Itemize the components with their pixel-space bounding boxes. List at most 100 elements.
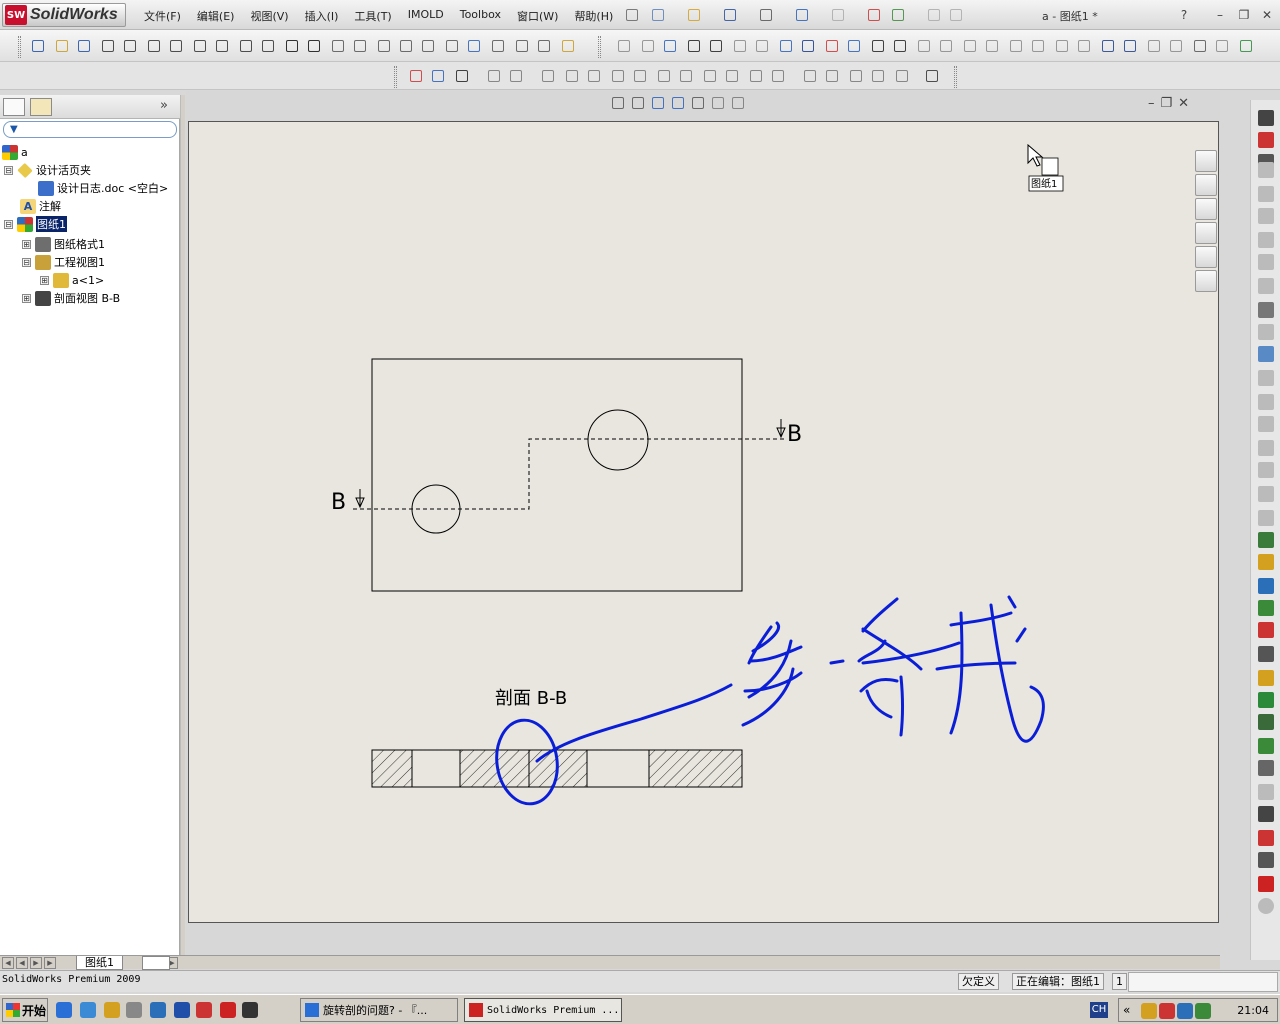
app-icon[interactable] [196,1002,212,1018]
sketch-tool-icon[interactable] [1258,232,1274,248]
next-sheet-icon[interactable]: ▶ [30,957,42,969]
tray-expand-icon[interactable]: « [1123,1003,1130,1017]
sum-icon[interactable] [732,38,748,54]
record-icon[interactable] [1258,132,1274,148]
mirror-icon[interactable] [984,38,1000,54]
sketch-tool-icon[interactable] [1258,462,1274,478]
align-icon[interactable] [466,38,482,54]
perpendicular-icon[interactable] [686,38,702,54]
display-style-icon[interactable] [690,95,706,111]
tray-security-icon[interactable] [1159,1003,1175,1019]
rapid-sketch-icon[interactable] [1238,38,1254,54]
offset-icon[interactable] [962,38,978,54]
table-icon[interactable] [376,38,392,54]
datum-feature-icon[interactable] [214,38,230,54]
tray-network-icon[interactable] [1177,1003,1193,1019]
sketch-tool-icon[interactable] [1258,278,1274,294]
save-icon[interactable] [722,7,738,23]
ie-icon[interactable] [56,1002,72,1018]
revision-cloud-icon[interactable] [398,38,414,54]
menu-file[interactable]: 文件(F) [136,6,189,26]
balloon-icon[interactable] [100,38,116,54]
sketch-tool-icon[interactable] [1258,416,1274,432]
geometric-tolerance-icon[interactable] [192,38,208,54]
extend-icon[interactable] [938,38,954,54]
solidworks-quick-icon[interactable] [220,1002,236,1018]
task-browser[interactable]: 旋转剖的问题? - 『... [300,998,458,1022]
custom-properties-icon[interactable] [1195,270,1217,292]
send-back-icon[interactable] [870,68,886,84]
align-center-icon[interactable] [678,68,694,84]
tree-item-sheet-format[interactable]: ⊞ 图纸格式1 [22,235,105,253]
undo-icon[interactable] [794,7,810,23]
print-icon[interactable] [758,7,774,23]
file-properties-icon[interactable] [890,7,906,23]
sketch-tool-icon[interactable] [1258,486,1274,502]
prev-sheet-icon[interactable]: ◀ [16,957,28,969]
tree-root[interactable]: a [2,143,28,161]
tree-item-drawing-view1[interactable]: ⊟ 工程视图1 [22,253,105,271]
spline-icon[interactable] [846,38,862,54]
multi-jog-icon[interactable] [514,38,530,54]
stretch-icon[interactable] [1076,38,1092,54]
group-icon[interactable] [802,68,818,84]
doc-restore-icon[interactable]: ❐ [1161,96,1173,111]
folder-icon[interactable] [104,1002,120,1018]
first-sheet-icon[interactable]: ◀ [2,957,14,969]
layer-props-icon[interactable] [408,68,424,84]
ico-icon[interactable] [242,1002,258,1018]
tool-icon[interactable] [126,1002,142,1018]
sketch-edit-icon[interactable] [1214,38,1230,54]
file-explorer-icon[interactable] [1195,198,1217,220]
close-button[interactable]: ✕ [1259,7,1275,23]
plate-outline[interactable] [371,358,743,592]
sheet-format-icon[interactable] [924,68,940,84]
lock-icon[interactable] [894,68,910,84]
menu-window[interactable]: 窗口(W) [509,6,566,26]
point-icon[interactable] [870,38,886,54]
scale-icon[interactable] [1168,38,1184,54]
align-right-icon[interactable] [702,68,718,84]
expand-panel-icon[interactable]: » [160,98,168,113]
camera2-icon[interactable] [1258,806,1274,822]
arrange-icon[interactable] [1258,670,1274,686]
table-tool-icon[interactable] [1258,714,1274,730]
view-palette-icon[interactable] [1195,222,1217,244]
disk-icon[interactable] [454,68,470,84]
collapse-icon[interactable]: ⊟ [22,257,31,267]
sketch-tool-icon[interactable] [1258,784,1274,800]
layer-icon[interactable] [948,7,964,23]
appearances-icon[interactable] [1195,246,1217,268]
word-icon[interactable] [174,1002,190,1018]
line-icon[interactable] [800,38,816,54]
picture-tool-icon[interactable] [1258,346,1274,362]
relation-icon[interactable] [662,38,678,54]
chamfer-icon[interactable] [1030,38,1046,54]
datum-target-icon[interactable] [168,38,184,54]
magnetic-line-icon[interactable] [444,38,460,54]
folder-tool-icon[interactable] [1258,554,1274,570]
tree-item-design-journal[interactable]: 设计日志.doc <空白> [38,179,168,197]
last-sheet-icon[interactable]: ▶ [44,957,56,969]
expand-icon[interactable]: ⊞ [22,239,31,249]
design-library-icon[interactable] [1195,174,1217,196]
3d-icon[interactable] [1258,622,1274,638]
zoom-to-area-icon[interactable] [630,95,646,111]
surface-finish-icon[interactable] [146,38,162,54]
help-button[interactable]: ? [1176,7,1192,23]
sketch-tool-icon[interactable] [1258,370,1274,386]
line-style-icon[interactable] [564,68,580,84]
start-button[interactable]: 开始 [2,998,48,1022]
sketch-tool-icon[interactable] [1258,440,1274,456]
tree-item-section-view[interactable]: ⊞ 剖面视图 B-B [22,289,120,307]
pushpin-icon[interactable] [624,7,640,23]
stack2-icon[interactable] [1258,852,1274,868]
sketch-tool-icon[interactable] [1258,208,1274,224]
note-icon[interactable] [76,38,92,54]
rotate-icon[interactable] [1146,38,1162,54]
rebuild-icon[interactable] [866,7,882,23]
doc-minimize-icon[interactable]: – [1148,96,1155,111]
tree-item-sheet1[interactable]: ⊟ 图纸1 [4,215,67,233]
sketch-tool-icon[interactable] [1258,254,1274,270]
sketch-tool-icon[interactable] [1258,186,1274,202]
